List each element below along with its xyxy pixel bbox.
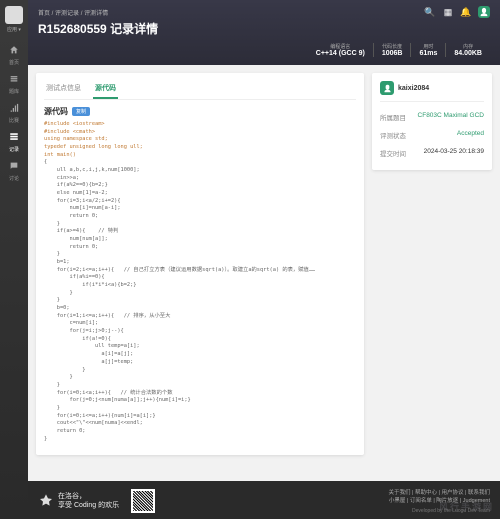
- source-heading: 源代码: [44, 106, 68, 117]
- tab-testcase[interactable]: 测试点信息: [44, 79, 83, 99]
- footer: 在洛谷，享受 Coding 的欢乐 关于我们 | 帮助中心 | 用户协议 | 联…: [28, 481, 500, 519]
- author-avatar: [380, 81, 394, 95]
- copy-button[interactable]: 复制: [72, 107, 90, 116]
- footer-sub: 小黑屋 | 订阅名单 | 陶片放逐 | Judgement: [388, 497, 490, 505]
- page-title: R152680559 记录详情: [38, 20, 490, 37]
- tab-source[interactable]: 源代码: [93, 79, 118, 99]
- nav-discuss[interactable]: 讨论: [0, 157, 28, 186]
- link-contact[interactable]: 联系我们: [468, 490, 490, 496]
- search-icon[interactable]: 🔍: [424, 6, 436, 18]
- main-card: 测试点信息 源代码 源代码 复制 #include <iostream> #in…: [36, 73, 364, 455]
- nav-home[interactable]: 首页: [0, 41, 28, 70]
- source-code[interactable]: #include <iostream> #include <cmath> usi…: [44, 121, 356, 443]
- home-icon: [9, 45, 19, 55]
- crumb-1[interactable]: 评测记录: [55, 11, 79, 17]
- crumb-2: 评测详情: [84, 11, 108, 17]
- info-problem: 所属题目CF803C Maximal GCD: [380, 108, 484, 126]
- qr-code[interactable]: [131, 489, 155, 513]
- nav-contest[interactable]: 比赛: [0, 99, 28, 128]
- page-header: 首页 / 评测记录 / 评测详情 🔍 ▦ 🔔 R152680559 记录详情 编…: [28, 0, 500, 65]
- link-terms[interactable]: 用户协议: [441, 490, 463, 496]
- user-menu[interactable]: 应用 ▾: [7, 26, 21, 33]
- chat-icon: [9, 161, 19, 171]
- nav-record[interactable]: 记录: [0, 128, 28, 157]
- site-logo[interactable]: [5, 6, 23, 24]
- link-about[interactable]: 关于我们: [388, 490, 410, 496]
- author[interactable]: kaixi2084: [380, 81, 484, 102]
- signal-icon: [9, 103, 19, 113]
- avatar[interactable]: [478, 6, 490, 18]
- crumb-0[interactable]: 首页: [38, 11, 50, 17]
- footer-logo-icon: [38, 493, 54, 509]
- bell-icon[interactable]: 🔔: [460, 6, 472, 18]
- footer-dev: Developed by the Luogu Dev Team: [388, 508, 490, 516]
- sidebar: 应用 ▾ 首页 题库 比赛 记录 讨论: [0, 0, 28, 519]
- record-icon: [9, 132, 19, 142]
- author-name: kaixi2084: [398, 85, 429, 92]
- list-icon: [9, 74, 19, 84]
- tabs: 测试点信息 源代码: [44, 79, 356, 100]
- info-time: 提交时间2024-03-25 20:18:39: [380, 144, 484, 162]
- nav-problems[interactable]: 题库: [0, 70, 28, 99]
- info-panel: kaixi2084 所属题目CF803C Maximal GCD 评测状态Acc…: [372, 73, 492, 170]
- slogan: 在洛谷，享受 Coding 的欢乐: [58, 492, 119, 510]
- grid-icon[interactable]: ▦: [442, 6, 454, 18]
- info-status: 评测状态Accepted: [380, 126, 484, 144]
- breadcrumb: 首页 / 评测记录 / 评测详情: [38, 8, 108, 17]
- link-help[interactable]: 帮助中心: [415, 490, 437, 496]
- stats: 编程语言C++14 (GCC 9) 代码长度1006B 用时61ms 内存84.…: [38, 43, 490, 57]
